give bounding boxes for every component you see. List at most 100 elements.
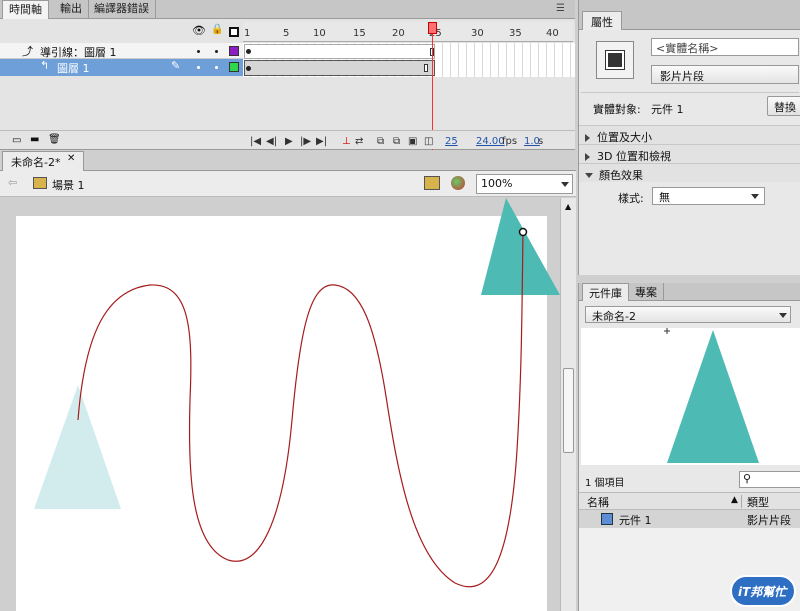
library-document-value: 未命名-2 xyxy=(592,310,636,323)
swap-button-label: 替換 xyxy=(774,101,796,114)
section-3d-label: 3D 位置和檢視 xyxy=(597,150,671,163)
layer-color-guide[interactable] xyxy=(229,46,239,56)
edit-symbols-icon[interactable] xyxy=(451,176,465,190)
edit-scene-icon[interactable] xyxy=(424,176,440,190)
delete-icon[interactable]: 🗑 xyxy=(48,134,61,145)
movieclip-icon xyxy=(605,50,625,70)
symbol-thumbnail xyxy=(596,41,634,79)
layer-icon: ↰ xyxy=(40,59,50,72)
frame-num-20: 20 xyxy=(392,28,405,39)
play-icon[interactable]: ▶ xyxy=(285,136,293,147)
loop-icon[interactable]: ⇄ xyxy=(355,136,363,147)
tab-timeline[interactable]: 時間軸 xyxy=(2,0,49,19)
onion-outline-icon[interactable]: ⧉ xyxy=(393,136,400,147)
instance-of-label: 實體對象: xyxy=(593,103,641,116)
chevron-down-icon[interactable] xyxy=(751,194,759,199)
pencil-icon[interactable]: ✎ xyxy=(171,59,180,72)
lock-icon[interactable]: 🔒 xyxy=(211,24,223,35)
rewind-icon[interactable]: |◀ xyxy=(250,136,261,147)
movieclip-icon xyxy=(601,513,613,525)
zoom-value: 100% xyxy=(481,177,513,190)
current-frame-readout[interactable]: 25 xyxy=(445,136,458,147)
new-folder-icon[interactable]: ▬ xyxy=(30,134,39,145)
stage-area[interactable] xyxy=(0,198,560,611)
collapse-icon xyxy=(585,173,593,178)
library-panel: 元件庫 專案 未命名-2 1 個項目 ⚲ 名稱 ▲ 類型 元件 1 影片片段 xyxy=(578,283,800,611)
keyframe-start-layer1[interactable] xyxy=(246,66,251,71)
eye-icon[interactable]: 👁 xyxy=(192,24,206,37)
frame-num-1: 1 xyxy=(244,28,251,39)
frame-num-35: 35 xyxy=(509,28,522,39)
watermark-logo: iT邦幫忙 xyxy=(730,575,796,607)
stage-svg[interactable] xyxy=(0,198,560,611)
frame-num-15: 15 xyxy=(353,28,366,39)
onion-markers-icon[interactable]: ◫ xyxy=(424,136,433,147)
zoom-select[interactable]: 100% xyxy=(476,174,573,194)
tab-project[interactable]: 專案 xyxy=(629,283,664,301)
list-item[interactable]: 元件 1 影片片段 xyxy=(579,510,800,528)
style-select[interactable]: 無 xyxy=(652,187,765,205)
chevron-down-icon[interactable] xyxy=(779,313,787,318)
section-color-effect[interactable]: 顏色效果 xyxy=(579,163,800,182)
step-back-icon[interactable]: ◀| xyxy=(266,136,277,147)
new-layer-icon[interactable]: ▭ xyxy=(12,135,21,146)
fps-readout[interactable]: 24.00 xyxy=(476,136,505,147)
layer-row-layer1[interactable]: ↰ 圖層 1 ✎ xyxy=(0,59,243,76)
symbol-type-value: 影片片段 xyxy=(660,70,704,83)
section-position-size-label: 位置及大小 xyxy=(597,131,652,144)
swap-button[interactable]: 替換 xyxy=(767,96,800,116)
document-tab-label: 未命名-2* xyxy=(11,156,61,169)
tab-output[interactable]: 輸出 xyxy=(54,0,89,19)
symbol-type-select[interactable]: 影片片段 xyxy=(651,65,799,84)
library-preview xyxy=(581,328,800,465)
library-item-count: 1 個項目 xyxy=(585,478,625,489)
close-tab-icon[interactable]: ✕ xyxy=(67,153,75,164)
guide-layer-icon: ⤴ xyxy=(22,45,33,58)
instance-name-field[interactable]: <實體名稱> xyxy=(651,38,799,56)
keyframe-end-layer1[interactable] xyxy=(424,64,428,72)
outline-icon[interactable] xyxy=(229,27,239,37)
tween-span[interactable] xyxy=(244,60,435,76)
section-3d[interactable]: 3D 位置和檢視 xyxy=(579,144,800,163)
center-frame-icon[interactable]: ⊥ xyxy=(342,136,351,147)
back-arrow-icon[interactable]: ⇦ xyxy=(8,176,17,189)
chevron-down-icon[interactable] xyxy=(561,182,569,187)
document-tab[interactable]: 未命名-2* ✕ xyxy=(2,151,84,171)
frame-num-5: 5 xyxy=(283,28,290,39)
layer-name-layer1[interactable]: 圖層 1 xyxy=(57,60,90,76)
watermark-text: iT邦幫忙 xyxy=(738,585,787,599)
instance-name-placeholder: <實體名稱> xyxy=(656,42,719,55)
column-type[interactable]: 類型 xyxy=(747,494,769,510)
scroll-up-icon[interactable]: ▲ xyxy=(565,202,571,211)
playhead[interactable] xyxy=(428,22,437,34)
library-search-field[interactable]: ⚲ xyxy=(739,471,800,488)
library-column-header: 名稱 ▲ 類型 xyxy=(579,492,800,510)
section-position-size[interactable]: 位置及大小 xyxy=(579,125,800,144)
layer-row-guide[interactable]: ⤴ 導引線：圖層 1 xyxy=(0,43,243,59)
keyframe-start-guide[interactable] xyxy=(246,49,251,54)
stage-scrollbar[interactable]: ▲ xyxy=(560,198,576,611)
tab-library[interactable]: 元件庫 xyxy=(582,283,629,301)
library-item-type: 影片片段 xyxy=(747,514,791,527)
tab-properties[interactable]: 屬性 xyxy=(582,11,622,30)
scrollbar-thumb[interactable] xyxy=(563,368,574,453)
panel-menu-icon[interactable]: ☰ xyxy=(556,3,565,14)
scene-label[interactable]: 場景 1 xyxy=(52,177,85,193)
style-label: 樣式: xyxy=(618,192,644,205)
layer-name-guide[interactable]: 導引線：圖層 1 xyxy=(40,44,117,60)
frame-num-30: 30 xyxy=(471,28,484,39)
guide-span[interactable] xyxy=(244,44,435,59)
edit-multiple-icon[interactable]: ▣ xyxy=(408,136,417,147)
tab-compiler-errors[interactable]: 編譯器錯誤 xyxy=(88,0,156,19)
registration-point xyxy=(518,227,528,237)
document-tabbar: 未命名-2* ✕ xyxy=(0,150,576,171)
sort-ascending-icon[interactable]: ▲ xyxy=(731,495,738,505)
library-document-select[interactable]: 未命名-2 xyxy=(585,306,791,323)
layer-color-layer1[interactable] xyxy=(229,62,239,72)
fast-forward-icon[interactable]: ▶| xyxy=(316,136,327,147)
style-value: 無 xyxy=(659,191,670,204)
step-forward-icon[interactable]: |▶ xyxy=(300,136,311,147)
column-name[interactable]: 名稱 xyxy=(587,494,609,510)
onion-skin-icon[interactable]: ⧉ xyxy=(377,136,384,147)
frame-ruler[interactable] xyxy=(243,22,573,42)
